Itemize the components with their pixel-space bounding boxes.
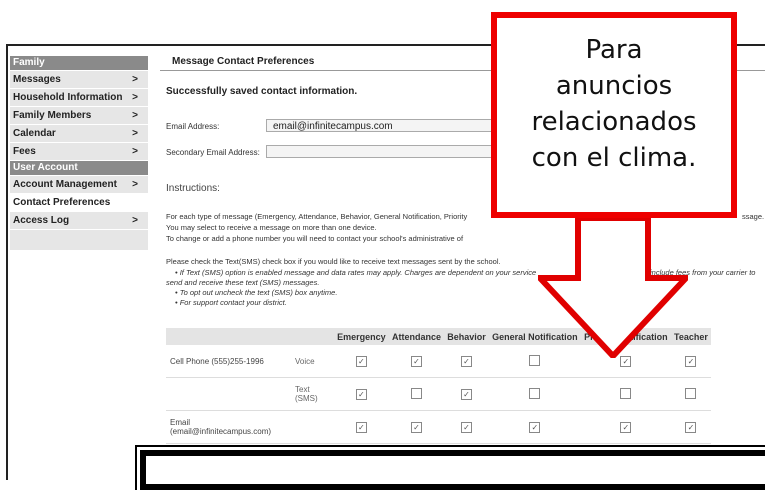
instructions-line-3: To change or add a phone number you will…: [166, 234, 464, 243]
checkbox-cell: ✓: [444, 410, 489, 444]
chevron-right-icon: >: [132, 128, 138, 139]
chevron-right-icon: >: [132, 110, 138, 121]
checkbox-cell: ✓: [488, 410, 581, 444]
chevron-right-icon: >: [132, 215, 138, 226]
checkbox-cell: ✓: [444, 345, 489, 378]
device-cell: [166, 377, 292, 411]
preference-checkbox[interactable]: ✓: [685, 421, 697, 433]
success-message: Successfully saved contact information.: [166, 86, 358, 97]
sidebar-item-label: Calendar: [13, 128, 56, 139]
sidebar-item-fees[interactable]: Fees >: [10, 143, 148, 161]
callout-line: Para: [585, 35, 643, 65]
sidebar-item-label: Contact Preferences: [13, 197, 111, 208]
mode-cell: Voice: [292, 345, 334, 378]
table-row: Text (SMS) ✓ ✓: [166, 377, 711, 411]
preference-checkbox[interactable]: ✓: [620, 421, 632, 433]
instructions-line-2: You may select to receive a message on m…: [166, 223, 377, 232]
checkbox-cell: ✓: [444, 377, 489, 411]
checkbox-cell: [670, 377, 711, 411]
sidebar-item-household-information[interactable]: Household Information >: [10, 89, 148, 107]
bullet-opt-out: • To opt out uncheck the text (SMS) box …: [175, 288, 338, 297]
chevron-right-icon: >: [132, 179, 138, 190]
preference-checkbox[interactable]: ✓: [529, 421, 541, 433]
black-outlined-box: [135, 445, 765, 490]
sidebar-item-label: Fees: [13, 146, 36, 157]
sms-instruction: Please check the Text(SMS) check box if …: [166, 257, 501, 266]
page-title: Message Contact Preferences: [172, 56, 315, 67]
column-header: Behavior: [444, 328, 489, 345]
bullet-rates-cont: send and receive these text (SMS) messag…: [166, 278, 320, 287]
device-cell: Email (email@infinitecampus.com): [166, 410, 292, 444]
sidebar-item-contact-preferences[interactable]: Contact Preferences: [10, 194, 148, 212]
preference-checkbox[interactable]: [529, 387, 541, 399]
chevron-right-icon: >: [132, 146, 138, 157]
callout-line: con el clima.: [531, 143, 697, 173]
preference-checkbox[interactable]: ✓: [410, 421, 422, 433]
column-header-device: [166, 328, 292, 345]
instructions-line-1: For each type of message (Emergency, Att…: [166, 212, 468, 221]
email-label: Email Address:: [166, 122, 220, 131]
bullet-support: • For support contact your district.: [175, 298, 287, 307]
checkbox-cell: [580, 377, 671, 411]
sidebar-item-label: Family Members: [13, 110, 92, 121]
checkbox-cell: [388, 377, 445, 411]
sidebar-header-family: Family: [10, 56, 148, 71]
sidebar-header-user-account: User Account: [10, 161, 148, 176]
column-header: Attendance: [388, 328, 445, 345]
email-field[interactable]: email@infinitecampus.com: [266, 119, 498, 132]
sidebar-item-account-management[interactable]: Account Management >: [10, 176, 148, 194]
preference-checkbox[interactable]: ✓: [461, 421, 473, 433]
callout-line: anuncios: [555, 71, 673, 101]
checkbox-cell: ✓: [334, 345, 389, 378]
sidebar-filler: [10, 230, 148, 250]
preference-checkbox[interactable]: [685, 387, 697, 399]
preference-checkbox[interactable]: ✓: [461, 388, 473, 400]
checkbox-cell: [488, 377, 581, 411]
sidebar-item-label: Household Information: [13, 92, 123, 103]
table-row: Email (email@infinitecampus.com) ✓ ✓ ✓ ✓ ✓ ✓: [166, 410, 711, 444]
down-arrow-icon: [538, 218, 688, 358]
table-body: Cell Phone (555)255-1996 Voice ✓ ✓ ✓ ✓ ✓ Text (…: [166, 345, 711, 444]
sidebar-item-family-members[interactable]: Family Members >: [10, 107, 148, 125]
column-header-mode: [292, 328, 334, 345]
sidebar: Family Messages > Household Information > …: [10, 56, 148, 250]
checkbox-cell: ✓: [334, 377, 389, 411]
preference-checkbox[interactable]: ✓: [461, 355, 473, 367]
bullet-rates: • If Text (SMS) option is enabled messag…: [175, 268, 537, 277]
checkbox-cell: ✓: [388, 410, 445, 444]
chevron-right-icon: >: [132, 74, 138, 85]
secondary-email-label: Secondary Email Address:: [166, 148, 260, 157]
preference-checkbox[interactable]: ✓: [355, 388, 367, 400]
checkbox-cell: ✓: [580, 410, 671, 444]
sidebar-item-calendar[interactable]: Calendar >: [10, 125, 148, 143]
column-header: Emergency: [334, 328, 389, 345]
mode-cell: [292, 410, 334, 444]
sidebar-item-access-log[interactable]: Access Log >: [10, 212, 148, 230]
preference-checkbox[interactable]: ✓: [355, 421, 367, 433]
checkbox-cell: ✓: [388, 345, 445, 378]
callout-text: Para anuncios relacionados con el clima.: [497, 32, 731, 176]
preference-checkbox[interactable]: ✓: [410, 355, 422, 367]
chevron-right-icon: >: [132, 92, 138, 103]
preference-checkbox[interactable]: [410, 387, 422, 399]
checkbox-cell: ✓: [334, 410, 389, 444]
instructions-line-1-tail: ssage.: [742, 212, 765, 221]
preference-checkbox[interactable]: [620, 387, 632, 399]
callout-line: relacionados: [531, 107, 697, 137]
sidebar-item-label: Account Management: [13, 179, 117, 190]
device-cell: Cell Phone (555)255-1996: [166, 345, 292, 378]
sidebar-item-label: Messages: [13, 74, 61, 85]
preference-checkbox[interactable]: ✓: [355, 355, 367, 367]
checkbox-cell: ✓: [670, 410, 711, 444]
mode-cell: Text (SMS): [292, 377, 334, 411]
instructions-heading: Instructions:: [166, 183, 220, 194]
sidebar-item-label: Access Log: [13, 215, 70, 226]
sidebar-item-messages[interactable]: Messages >: [10, 71, 148, 89]
secondary-email-field[interactable]: [266, 145, 498, 158]
